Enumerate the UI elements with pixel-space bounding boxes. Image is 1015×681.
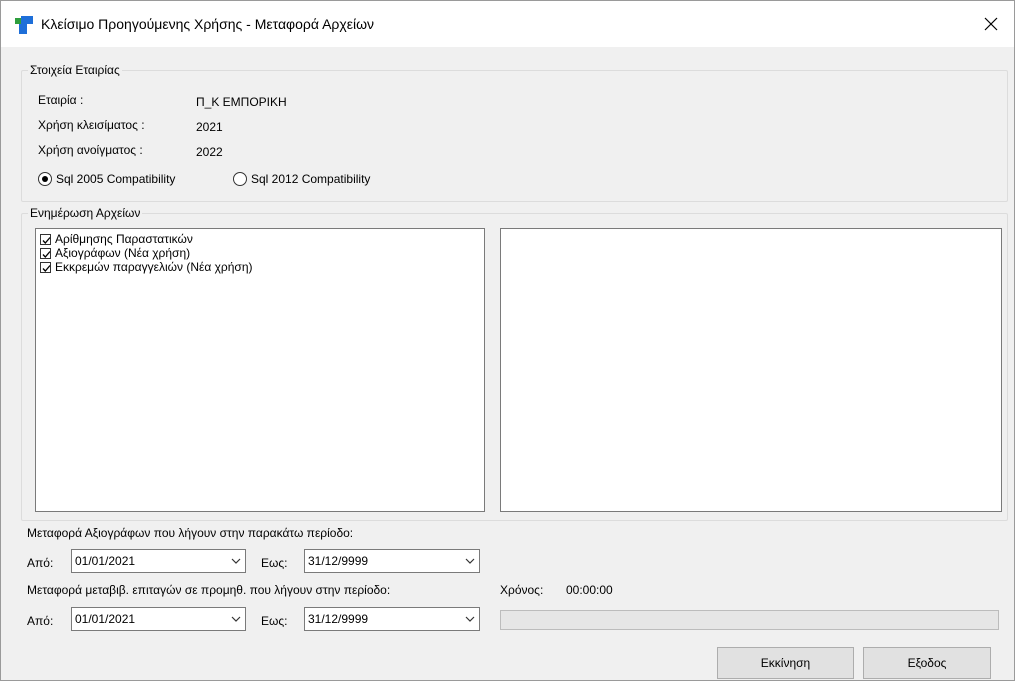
exit-button-label: Εξοδος [907, 656, 947, 670]
combo-value: 31/12/9999 [308, 612, 369, 626]
sql2005-label: Sql 2005 Compatibility [56, 172, 176, 186]
log-list[interactable] [500, 228, 1002, 512]
sql2012-label: Sql 2012 Compatibility [251, 172, 371, 186]
files-update-legend: Ενημέρωση Αρχείων [28, 206, 143, 220]
combo-value: 01/01/2021 [75, 554, 136, 568]
company-value: Π_Κ ΕΜΠΟΡΙΚΗ [196, 95, 287, 109]
radio-checked-icon [38, 172, 52, 186]
checkbox-checked-icon [40, 261, 51, 273]
closing-year-label: Χρήση κλεισίματος : [38, 118, 145, 132]
window-title: Κλείσιμο Προηγούμενης Χρήσης - Μεταφορά … [41, 16, 375, 32]
start-button-label: Εκκίνηση [760, 656, 811, 670]
checks-to-date[interactable]: 31/12/9999 [304, 607, 480, 631]
app-icon [15, 16, 33, 34]
checklist-item-label: Εκκρεμών παραγγελιών (Νέα χρήση) [55, 260, 253, 274]
sql2005-radio[interactable]: Sql 2005 Compatibility [38, 172, 175, 186]
dialog-window: Κλείσιμο Προηγούμενης Χρήσης - Μεταφορά … [0, 0, 1015, 681]
securities-from-label: Από: [27, 556, 54, 570]
checklist-item-securities[interactable]: Αξιογράφων (Νέα χρήση) [40, 246, 480, 260]
checks-to-label: Εως: [261, 614, 288, 628]
close-icon [984, 17, 998, 31]
checks-from-label: Από: [27, 614, 54, 628]
checkbox-checked-icon [40, 233, 51, 245]
securities-to-date[interactable]: 31/12/9999 [304, 549, 480, 573]
chevron-down-icon [465, 558, 475, 564]
exit-button[interactable]: Εξοδος [863, 647, 991, 679]
checklist-item-pending-orders[interactable]: Εκκρεμών παραγγελιών (Νέα χρήση) [40, 260, 480, 274]
start-button[interactable]: Εκκίνηση [717, 647, 854, 679]
radio-unchecked-icon [233, 172, 247, 186]
combo-value: 01/01/2021 [75, 612, 136, 626]
checklist-item-label: Αρίθμησης Παραστατικών [55, 232, 193, 246]
opening-year-value: 2022 [196, 145, 223, 159]
company-info-group: Στοιχεία Εταιρίας Εταιρία : Π_Κ ΕΜΠΟΡΙΚΗ… [21, 63, 1008, 202]
securities-period-caption: Μεταφορά Αξιογράφων που λήγουν στην παρα… [27, 526, 354, 540]
company-info-legend: Στοιχεία Εταιρίας [28, 63, 122, 77]
chevron-down-icon [231, 558, 241, 564]
company-label: Εταιρία : [38, 93, 84, 107]
closing-year-value: 2021 [196, 120, 223, 134]
title-bar[interactable]: Κλείσιμο Προηγούμενης Χρήσης - Μεταφορά … [1, 1, 1014, 47]
chevron-down-icon [231, 616, 241, 622]
checklist-item-numbering[interactable]: Αρίθμησης Παραστατικών [40, 232, 480, 246]
securities-to-label: Εως: [261, 556, 288, 570]
checklist-item-label: Αξιογράφων (Νέα χρήση) [55, 246, 191, 260]
securities-from-date[interactable]: 01/01/2021 [71, 549, 246, 573]
checks-from-date[interactable]: 01/01/2021 [71, 607, 246, 631]
close-button[interactable] [968, 1, 1014, 47]
sql2012-radio[interactable]: Sql 2012 Compatibility [233, 172, 370, 186]
opening-year-label: Χρήση ανοίγματος : [38, 143, 143, 157]
checkbox-checked-icon [40, 247, 51, 259]
chevron-down-icon [465, 616, 475, 622]
checks-period-caption: Μεταφορά μεταβιβ. επιταγών σε προμηθ. πο… [27, 583, 391, 597]
timer-value: 00:00:00 [566, 583, 613, 597]
timer-label: Χρόνος: [500, 583, 544, 597]
progress-bar [500, 610, 999, 630]
combo-value: 31/12/9999 [308, 554, 369, 568]
files-checklist[interactable]: Αρίθμησης Παραστατικών Αξιογράφων (Νέα χ… [35, 228, 485, 512]
